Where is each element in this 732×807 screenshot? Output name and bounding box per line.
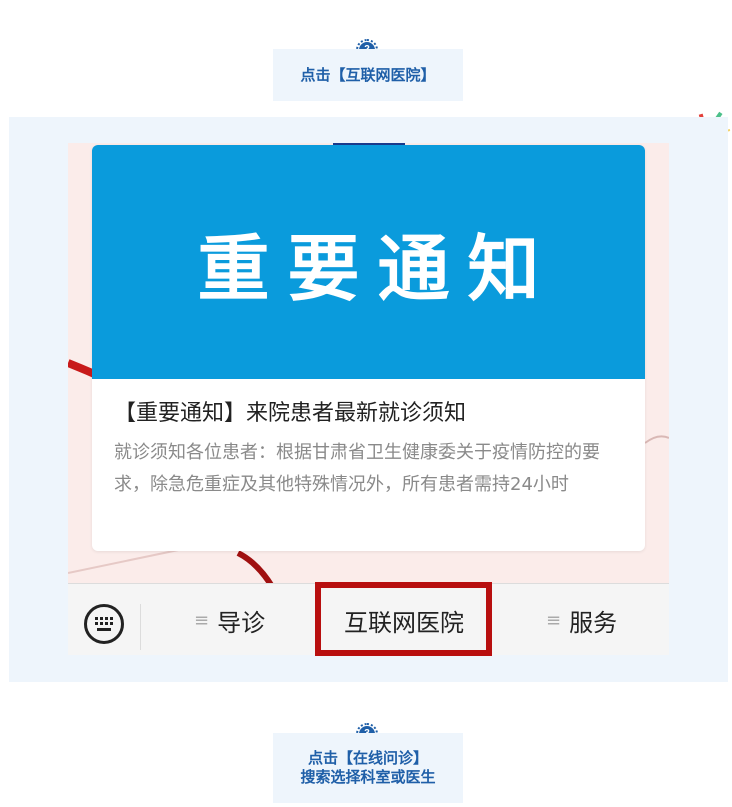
tab-guide[interactable]: ≡ 导诊 <box>194 584 265 655</box>
highlight-box <box>315 582 492 656</box>
phone-screen: 重要通知 【重要通知】来院患者最新就诊须知 就诊须知各位患者：根据甘肃省卫生健康… <box>68 143 669 655</box>
tab-guide-label: 导诊 <box>217 608 266 637</box>
notice-description: 就诊须知各位患者：根据甘肃省卫生健康委关于疫情防控的要求，除急危重症及其他特殊情… <box>114 442 600 495</box>
notice-title: 【重要通知】来院患者最新就诊须知 <box>114 401 467 426</box>
tab-divider <box>140 604 141 650</box>
step-3-label: 点击【在线问诊】 搜索选择科室或医生 <box>273 733 463 803</box>
step-2-text: 点击【互联网医院】 <box>300 65 436 84</box>
menu-icon: ≡ <box>194 609 210 631</box>
step-3-line2: 搜索选择科室或医生 <box>300 768 436 786</box>
keyboard-icon[interactable] <box>84 604 124 644</box>
tab-services-label: 服务 <box>569 608 618 637</box>
notice-card[interactable]: 重要通知 【重要通知】来院患者最新就诊须知 就诊须知各位患者：根据甘肃省卫生健康… <box>92 145 645 551</box>
step-2-label: 点击【互联网医院】 <box>273 49 463 101</box>
step-3-line1: 点击【在线问诊】 <box>307 749 428 767</box>
notice-banner: 重要通知 <box>92 145 645 379</box>
banner-title: 重要通知 <box>197 226 558 311</box>
tab-services[interactable]: ≡ 服务 <box>546 584 617 655</box>
menu-icon: ≡ <box>546 609 562 631</box>
